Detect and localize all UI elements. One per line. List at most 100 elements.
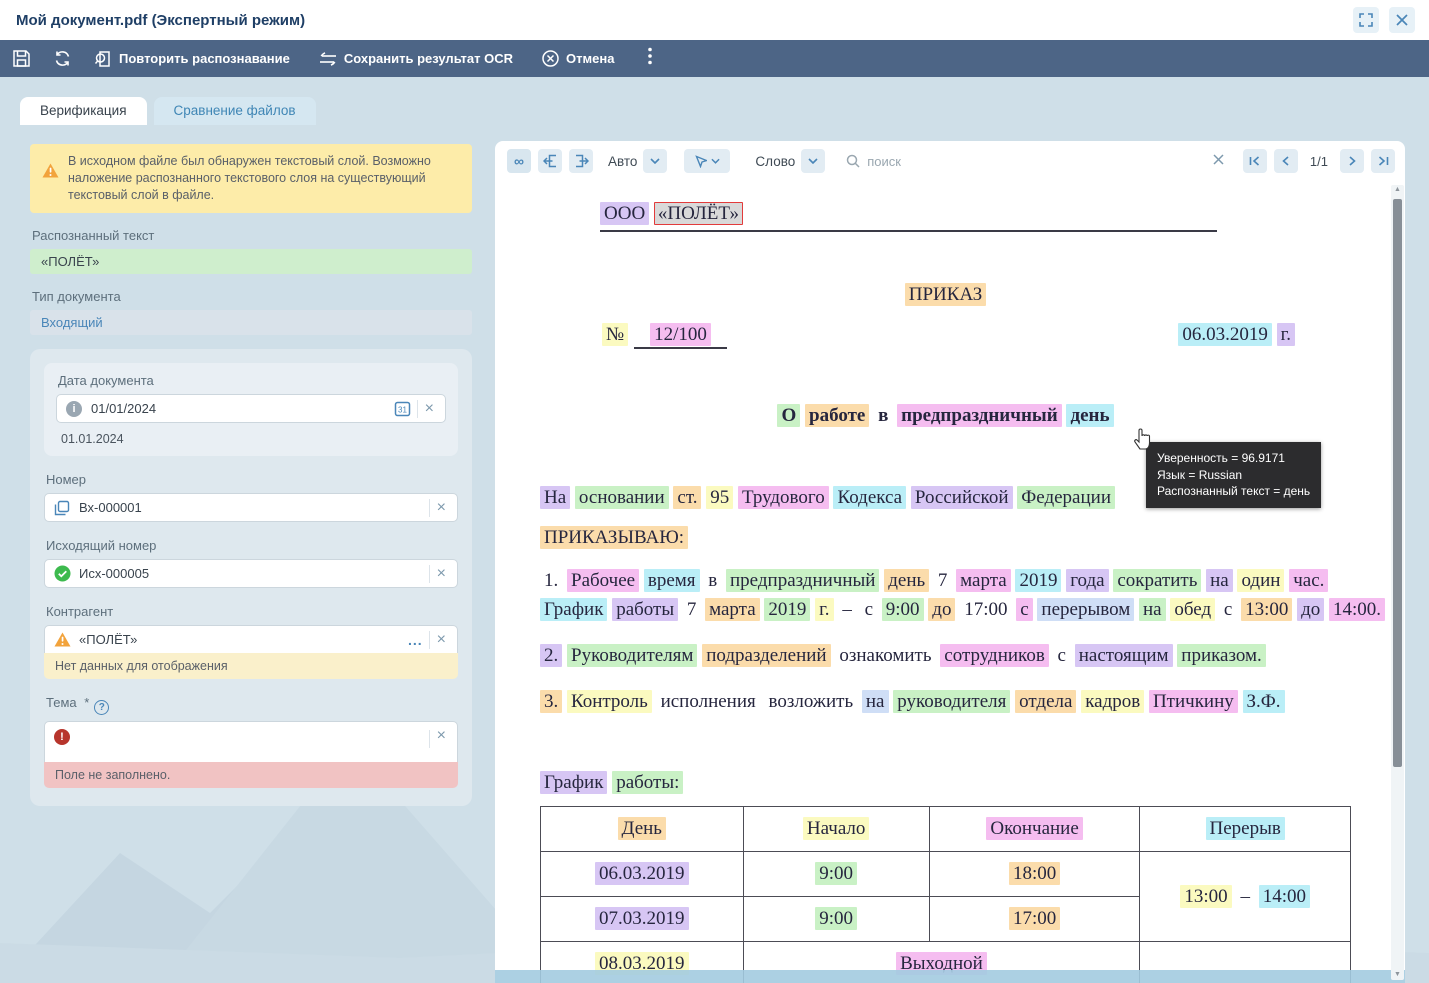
outgoing-number-input[interactable] <box>79 566 429 581</box>
ocr-word[interactable]: предпраздничный <box>726 569 879 592</box>
ocr-word[interactable]: 3. <box>540 690 562 713</box>
ocr-word[interactable]: 18:00 <box>1009 862 1060 885</box>
ocr-word[interactable]: 14:00. <box>1329 598 1385 621</box>
select-mode-dropdown[interactable] <box>684 149 730 173</box>
ocr-word[interactable]: На <box>540 486 570 509</box>
ocr-word[interactable]: с <box>1016 598 1032 621</box>
ocr-word[interactable]: 13:00 <box>1241 598 1292 621</box>
ocr-word[interactable]: 7 <box>683 598 701 621</box>
ocr-word[interactable]: Российской <box>911 486 1013 509</box>
ocr-word[interactable]: – <box>1236 885 1254 908</box>
contragent-lookup-button[interactable]: ... <box>402 632 429 648</box>
vertical-scrollbar[interactable]: ▲ ▼ <box>1391 185 1404 980</box>
ocr-word[interactable]: 2019 <box>1015 569 1061 592</box>
ocr-word[interactable]: ООО <box>600 202 649 225</box>
ocr-word[interactable]: ПРИКАЗЫВАЮ: <box>540 526 688 549</box>
ocr-word[interactable]: сократить <box>1113 569 1201 592</box>
ocr-word[interactable]: Начало <box>803 817 870 840</box>
tab-file-comparison[interactable]: Сравнение файлов <box>154 97 316 125</box>
ocr-word[interactable]: с <box>1054 644 1070 667</box>
theme-input[interactable] <box>79 728 429 743</box>
ocr-word[interactable]: 95 <box>706 486 733 509</box>
scroll-down-arrow[interactable]: ▼ <box>1391 970 1404 980</box>
ocr-word[interactable]: основании <box>575 486 669 509</box>
ocr-word[interactable]: Птичкину <box>1149 690 1238 713</box>
fullscreen-button[interactable] <box>1353 7 1379 33</box>
ocr-word[interactable]: 12/100 <box>650 323 711 346</box>
ocr-word[interactable]: Федерации <box>1017 486 1115 509</box>
ocr-word[interactable]: № <box>602 323 628 346</box>
ocr-word[interactable]: Рабочее <box>567 569 639 592</box>
ocr-word[interactable]: до <box>1297 598 1324 621</box>
ocr-word[interactable]: График <box>540 771 607 794</box>
ocr-word[interactable]: 9:00 <box>815 907 857 930</box>
ocr-word[interactable]: 7 <box>934 569 952 592</box>
ocr-word[interactable]: обед <box>1170 598 1215 621</box>
ocr-word[interactable]: 17:00 <box>960 598 1011 621</box>
clear-search-button[interactable] <box>1213 152 1224 170</box>
ocr-word[interactable]: исполнения <box>657 690 760 713</box>
fit-infinity-button[interactable]: ∞ <box>507 149 531 173</box>
ocr-word[interactable]: График <box>540 598 607 621</box>
ocr-word[interactable]: день <box>1066 404 1113 427</box>
ocr-word[interactable]: 06.03.2019 <box>1178 323 1272 346</box>
ocr-word[interactable]: с <box>861 598 877 621</box>
clear-theme-button[interactable]: × <box>430 728 453 744</box>
ocr-word[interactable]: на <box>1206 569 1233 592</box>
ocr-word[interactable]: «ПОЛЁТ» <box>654 202 743 225</box>
ocr-word[interactable]: предпраздничный <box>897 404 1062 427</box>
ocr-word[interactable]: 1. <box>540 569 562 592</box>
cancel-button[interactable]: Отмена <box>541 49 614 68</box>
ocr-word[interactable]: ПРИКАЗ <box>905 283 986 306</box>
zoom-select[interactable]: Авто <box>600 149 667 173</box>
ocr-word[interactable]: приказом. <box>1177 644 1266 667</box>
word-mode-select[interactable]: Слово <box>747 149 825 173</box>
ocr-word[interactable]: 2. <box>540 644 562 667</box>
ocr-word[interactable]: работы: <box>612 771 683 794</box>
ocr-word[interactable]: в <box>704 569 721 592</box>
ocr-word[interactable]: ст. <box>673 486 701 509</box>
ocr-word[interactable]: 9:00 <box>882 598 924 621</box>
ocr-word[interactable]: марта <box>956 569 1011 592</box>
horizontal-scrollbar[interactable] <box>495 970 1405 983</box>
ocr-word[interactable]: 2019 <box>764 598 810 621</box>
help-icon[interactable]: ? <box>94 700 109 715</box>
ocr-word[interactable]: 17:00 <box>1009 907 1060 930</box>
ocr-word[interactable]: 07.03.2019 <box>595 907 689 930</box>
next-page-button[interactable] <box>1340 149 1364 173</box>
ocr-word[interactable]: время <box>644 569 700 592</box>
ocr-word[interactable]: Кодекса <box>833 486 906 509</box>
ocr-word[interactable]: настоящим <box>1075 644 1173 667</box>
ocr-word[interactable]: 06.03.2019 <box>595 862 689 885</box>
clear-outgoing-button[interactable]: × <box>430 566 453 582</box>
refresh-button[interactable] <box>53 49 72 68</box>
save-ocr-result-button[interactable]: Сохранить результат OCR <box>318 51 513 67</box>
rotate-left-button[interactable] <box>538 149 562 173</box>
ocr-word[interactable]: День <box>618 817 666 840</box>
date-input[interactable] <box>91 401 388 416</box>
ocr-word[interactable]: час. <box>1289 569 1328 592</box>
ocr-word[interactable]: с <box>1220 598 1236 621</box>
ocr-word[interactable]: Перерыв <box>1206 817 1285 840</box>
scroll-up-arrow[interactable]: ▲ <box>1391 185 1404 195</box>
ocr-word[interactable]: возложить <box>765 690 858 713</box>
word-mode-dropdown-button[interactable] <box>801 149 825 173</box>
ocr-word[interactable]: руководителя <box>893 690 1010 713</box>
ocr-word[interactable]: один <box>1237 569 1284 592</box>
ocr-word[interactable]: г. <box>815 598 833 621</box>
clear-contragent-button[interactable]: × <box>430 632 453 648</box>
more-actions-button[interactable] <box>642 47 658 70</box>
ocr-word[interactable]: отдела <box>1015 690 1076 713</box>
repeat-recognition-button[interactable]: Повторить распознавание <box>94 49 290 68</box>
prev-page-button[interactable] <box>1274 149 1298 173</box>
ocr-word[interactable]: Руководителям <box>567 644 697 667</box>
clear-number-button[interactable]: × <box>430 500 453 516</box>
calendar-picker-button[interactable]: 31 <box>388 400 417 417</box>
ocr-word[interactable]: марта <box>705 598 760 621</box>
ocr-word[interactable]: Контроль <box>567 690 652 713</box>
contragent-input[interactable] <box>79 632 402 647</box>
search-input[interactable] <box>867 154 977 169</box>
ocr-word[interactable]: г. <box>1277 323 1295 346</box>
ocr-word[interactable]: 14:00 <box>1259 885 1310 908</box>
ocr-word[interactable]: Окончание <box>986 817 1082 840</box>
